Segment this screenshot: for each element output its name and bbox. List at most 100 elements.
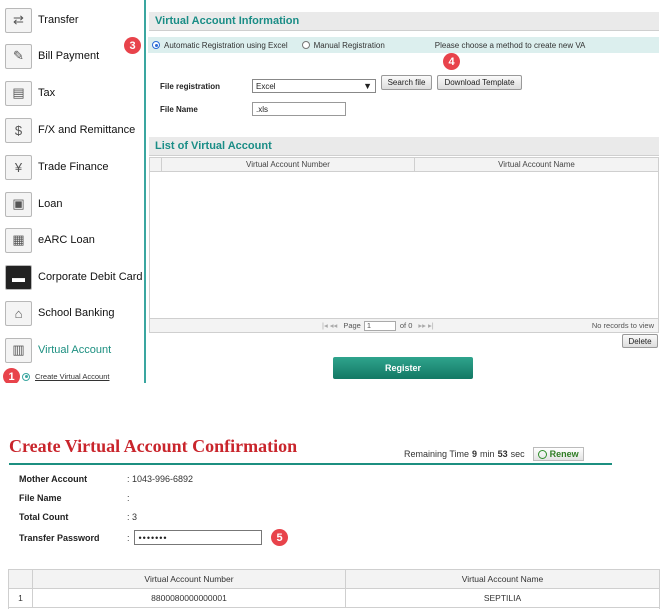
sidebar-item-loan[interactable]: ▣ Loan xyxy=(5,189,62,219)
bullet-icon xyxy=(22,372,30,381)
remaining-seconds: 53 xyxy=(497,449,508,459)
va-info-header: Virtual Account Information xyxy=(149,12,659,31)
virtual-account-icon: ▥ xyxy=(5,337,32,363)
sidebar-item-bill-payment[interactable]: ✎ Bill Payment xyxy=(5,41,99,71)
table-cell-name: SEPTILIA xyxy=(483,593,522,603)
school-banking-icon: ⌂ xyxy=(5,300,32,326)
va-list-table: Virtual Account Number Virtual Account N… xyxy=(149,157,659,333)
pager-of-label: of 0 xyxy=(399,321,413,330)
debit-card-icon: ▬ xyxy=(5,264,32,290)
confirmation-table: Virtual Account Number Virtual Account N… xyxy=(8,569,660,609)
file-name-label: File Name xyxy=(160,105,198,114)
sidebar-item-virtual-account[interactable]: ▥ Virtual Account xyxy=(5,335,111,365)
pager-first-icon[interactable]: |◂ ◂◂ xyxy=(322,321,337,330)
trade-finance-icon: ¥ xyxy=(5,154,32,180)
file-registration-value: Excel xyxy=(256,81,276,91)
table-header-cell xyxy=(9,570,33,588)
sidebar-item-label: Bill Payment xyxy=(38,50,100,62)
option-manual-label: Manual Registration xyxy=(313,40,385,50)
sidebar-item-label: Tax xyxy=(38,87,56,99)
sec-label: sec xyxy=(510,449,525,459)
table-cell-no: 1 xyxy=(9,589,33,607)
remaining-label: Remaining Time xyxy=(404,449,470,459)
field-transfer-password: Transfer Password : ••••••• xyxy=(19,530,262,545)
field-value: : xyxy=(127,532,130,543)
title-divider xyxy=(9,463,612,465)
delete-button[interactable]: Delete xyxy=(622,334,658,348)
step-badge-4: 4 xyxy=(443,53,460,70)
table-row: 1 8800080000000001 SEPTILIA xyxy=(9,589,659,608)
file-registration-label: File registration xyxy=(160,82,221,91)
chevron-down-icon: ▼ xyxy=(363,81,372,91)
table-cell-number: 8800080000000001 xyxy=(33,589,346,607)
sidebar-item-label: F/X and Remittance xyxy=(38,124,136,136)
remaining-minutes: 9 xyxy=(472,449,478,459)
table-header-cell: Virtual Account Name xyxy=(498,160,575,169)
page-title: Create Virtual Account Confirmation xyxy=(9,436,298,456)
pager: |◂ ◂◂ Page 1 of 0 ▸▸ ▸| No records to vi… xyxy=(150,318,658,332)
option-manual[interactable]: Manual Registration xyxy=(298,41,385,50)
pager-page-label: Page xyxy=(343,321,361,330)
sidebar-item-tax[interactable]: ▤ Tax xyxy=(5,78,55,108)
confirmation-panel: Create Virtual Account Confirmation Rema… xyxy=(0,422,663,610)
table-header-row: Virtual Account Number Virtual Account N… xyxy=(150,158,658,172)
method-hint: Please choose a method to create new VA xyxy=(434,40,586,50)
loan-icon: ▣ xyxy=(5,191,32,217)
option-excel[interactable]: Automatic Registration using Excel xyxy=(148,41,288,50)
field-value: : xyxy=(127,493,130,503)
sidebar-subitem-create-va[interactable]: Create Virtual Account xyxy=(22,372,110,381)
fx-remittance-icon: $ xyxy=(5,117,32,143)
radio-selected-icon xyxy=(152,41,160,49)
sidebar-item-trade-finance[interactable]: ¥ Trade Finance xyxy=(5,152,109,182)
field-label: File Name xyxy=(19,493,62,503)
pager-page-input[interactable]: 1 xyxy=(363,320,396,331)
table-header-cell: Virtual Account Name xyxy=(461,574,544,584)
remaining-time: Remaining Time 9 min 53 sec Renew xyxy=(404,447,584,461)
field-mother-account: Mother Account : 1043-996-6892 xyxy=(19,474,193,484)
va-list-header: List of Virtual Account xyxy=(149,137,659,156)
password-input[interactable]: ••••••• xyxy=(133,530,262,545)
field-label: Mother Account xyxy=(19,474,88,484)
file-name-input[interactable]: .xls xyxy=(252,102,346,116)
field-file-name: File Name : xyxy=(19,493,130,503)
bill-payment-icon: ✎ xyxy=(5,43,32,69)
earc-loan-icon: ▦ xyxy=(5,227,32,253)
sidebar: ⇄ Transfer ✎ Bill Payment ▤ Tax $ F/X an… xyxy=(0,0,146,383)
renew-label: Renew xyxy=(549,449,579,459)
register-button[interactable]: Register xyxy=(333,357,473,379)
pager-next-icon[interactable]: ▸▸ ▸| xyxy=(418,321,433,330)
pager-no-records: No records to view xyxy=(591,321,654,330)
clock-icon xyxy=(537,449,547,459)
method-selector: Automatic Registration using Excel Manua… xyxy=(148,37,659,53)
sidebar-item-school-banking[interactable]: ⌂ School Banking xyxy=(5,298,114,328)
sidebar-item-label: School Banking xyxy=(38,307,115,319)
renew-button[interactable]: Renew xyxy=(532,447,584,461)
sidebar-item-label: Virtual Account xyxy=(38,344,112,356)
download-template-button[interactable]: Download Template xyxy=(437,75,522,90)
table-header-cell: Virtual Account Number xyxy=(162,158,415,171)
field-value: : 3 xyxy=(127,512,138,522)
field-total-count: Total Count : 3 xyxy=(19,512,137,522)
radio-empty-icon xyxy=(301,41,310,49)
sidebar-item-label: Trade Finance xyxy=(38,161,109,173)
sidebar-item-label: Corporate Debit Card xyxy=(38,271,143,283)
sidebar-item-transfer[interactable]: ⇄ Transfer xyxy=(5,5,79,35)
table-header-row: Virtual Account Number Virtual Account N… xyxy=(9,570,659,589)
min-label: min xyxy=(480,449,495,459)
transfer-icon: ⇄ xyxy=(5,7,32,33)
field-label: Transfer Password xyxy=(19,532,100,543)
step-badge-5: 5 xyxy=(271,529,288,546)
table-header-cell xyxy=(150,158,162,171)
field-value: : 1043-996-6892 xyxy=(127,474,194,484)
field-label: Total Count xyxy=(19,512,69,522)
search-file-button[interactable]: Search file xyxy=(381,75,432,90)
sidebar-item-earc-loan[interactable]: ▦ eARC Loan xyxy=(5,225,95,255)
sidebar-subitem-label: Create Virtual Account xyxy=(35,372,110,381)
sidebar-item-debit-card[interactable]: ▬ Corporate Debit Card xyxy=(5,262,143,292)
sidebar-item-fx-remittance[interactable]: $ F/X and Remittance xyxy=(5,115,135,145)
option-excel-label: Automatic Registration using Excel xyxy=(164,40,288,50)
tax-icon: ▤ xyxy=(5,80,32,106)
sidebar-item-label: eARC Loan xyxy=(38,234,95,246)
sidebar-item-label: Transfer xyxy=(38,14,79,26)
file-registration-select[interactable]: Excel ▼ xyxy=(252,79,376,93)
